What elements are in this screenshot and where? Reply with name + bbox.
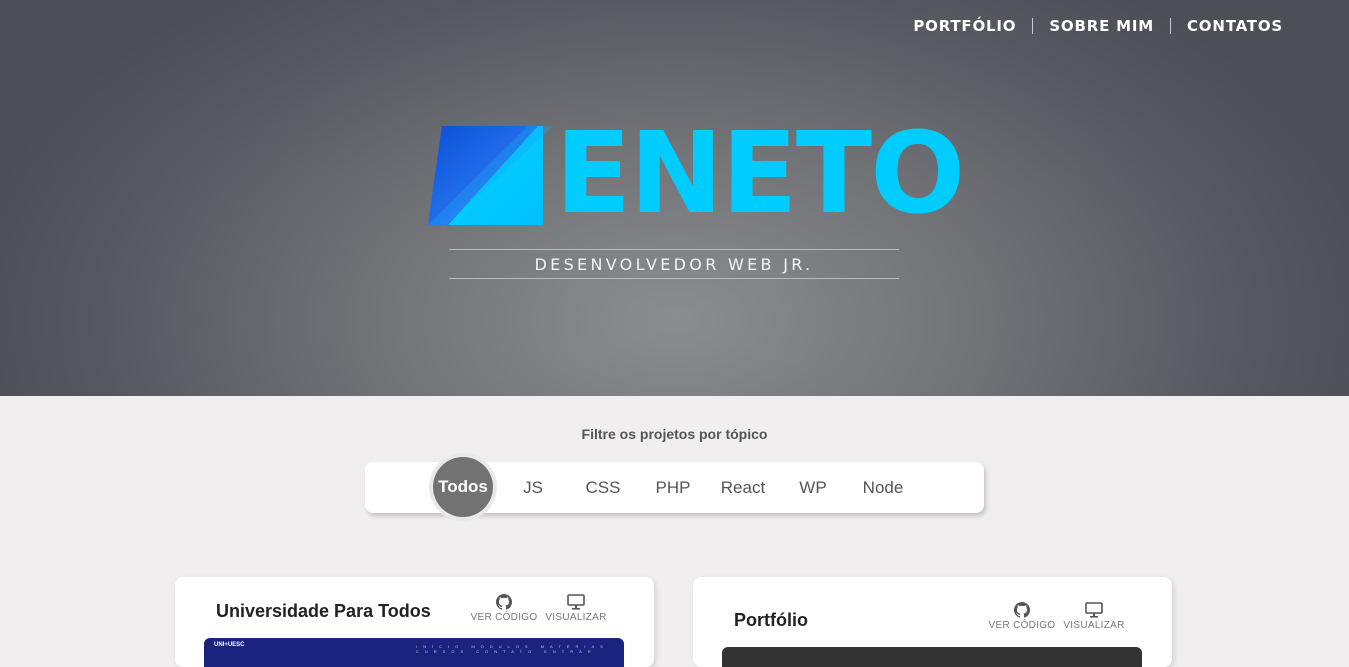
nav-portfolio[interactable]: PORTFÓLIO: [913, 17, 1016, 35]
filter-label: Filtre os projetos por tópico: [581, 426, 768, 442]
nav-contatos[interactable]: CONTATOS: [1187, 17, 1283, 35]
filter-wp[interactable]: WP: [778, 462, 848, 513]
view-code-label: VER CÓDIGO: [470, 612, 538, 623]
visualize-label: VISUALIZAR: [545, 612, 607, 623]
filter-css[interactable]: CSS: [568, 462, 638, 513]
thumbnail-logo: UNI+UESC: [214, 642, 245, 648]
monitor-icon: [567, 594, 585, 610]
logo-text: ENETO: [555, 109, 965, 239]
view-code-label: VER CÓDIGO: [988, 620, 1056, 631]
filter-bar: Todos JS CSS PHP React WP Node: [365, 457, 984, 517]
visualize-button[interactable]: VISUALIZAR: [540, 594, 612, 623]
project-thumbnail[interactable]: UNI+UESC INÍCIO MÓDULOS MATÉRIAS CURSOS …: [204, 638, 624, 667]
visualize-label: VISUALIZAR: [1063, 620, 1125, 631]
project-title: Portfólio: [734, 610, 808, 630]
nav-sobre-mim[interactable]: SOBRE MIM: [1049, 17, 1154, 35]
filter-react[interactable]: React: [708, 462, 778, 513]
nav-separator: [1169, 18, 1171, 34]
filter-node[interactable]: Node: [848, 462, 918, 513]
project-card: Universidade Para Todos VER CÓDIGO VISUA…: [175, 577, 654, 667]
view-code-button[interactable]: VER CÓDIGO: [986, 602, 1058, 631]
tagline-box: DESENVOLVEDOR WEB JR.: [449, 249, 899, 279]
thumbnail-menu: INÍCIO MÓDULOS MATÉRIAS CURSOS CONTATO E…: [416, 644, 609, 654]
filter-php[interactable]: PHP: [638, 462, 708, 513]
view-code-button[interactable]: VER CÓDIGO: [468, 594, 540, 623]
tagline: DESENVOLVEDOR WEB JR.: [534, 254, 814, 274]
visualize-button[interactable]: VISUALIZAR: [1058, 602, 1130, 631]
hero-banner: PORTFÓLIO SOBRE MIM CONTATOS ENETO DESEN…: [0, 0, 1349, 396]
project-title: Universidade Para Todos: [216, 601, 431, 621]
monitor-icon: [1085, 602, 1103, 618]
nav-separator: [1032, 18, 1034, 34]
filter-todos[interactable]: Todos: [433, 457, 493, 517]
project-card: Portfólio VER CÓDIGO VISUALIZAR: [693, 577, 1172, 667]
project-thumbnail[interactable]: [722, 647, 1142, 667]
github-icon: [1014, 602, 1030, 618]
top-nav: PORTFÓLIO SOBRE MIM CONTATOS: [913, 17, 1283, 35]
filter-js[interactable]: JS: [498, 462, 568, 513]
github-icon: [496, 594, 512, 610]
